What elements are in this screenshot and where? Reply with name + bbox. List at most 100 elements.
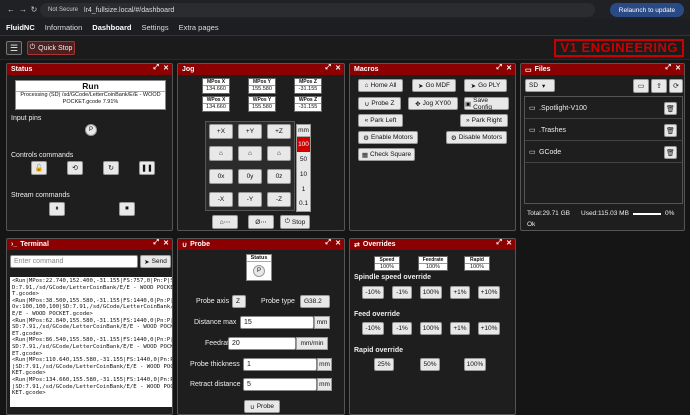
jog-panel: Jog ⤢ ✕ MPos X 134.660 MPos Y 155.580 MPos … [177,63,345,231]
jog-plus-y[interactable]: +Y [238,124,262,139]
nav-settings[interactable]: Settings [141,23,168,32]
expand-icon[interactable]: ⤢ [497,64,503,72]
nav-extra-pages[interactable]: Extra pages [179,23,219,32]
close-icon[interactable]: ✕ [675,64,681,72]
expand-icon[interactable]: ⤢ [326,64,332,72]
probe-axis-select[interactable]: Z [232,295,246,308]
feed-plus-1[interactable]: +1% [450,322,470,335]
home-all-icon[interactable]: ⌂⋯ [212,215,238,229]
feed-minus-1[interactable]: -1% [392,322,412,335]
forward-icon[interactable]: → [18,5,28,15]
macro-probe-z[interactable]: ∪ Probe Z [358,97,401,110]
distance-max-input[interactable]: 15 [240,316,314,329]
list-item[interactable]: ▭ .Spotlight-V100 🗑 [525,99,682,119]
trash-icon[interactable]: 🗑 [664,146,677,159]
address-bar[interactable]: Not Secure lr4_fullsize.local/#/dashboar… [40,3,595,17]
expand-icon[interactable]: ⤢ [666,64,672,72]
retract-input[interactable]: 5 [243,378,317,391]
spindle-reset[interactable]: 100% [420,286,442,299]
macro-park-right[interactable]: » Park Right [460,114,508,127]
relaunch-button[interactable]: Relaunch to update [610,3,684,17]
close-icon[interactable]: ✕ [163,239,169,247]
jog-minus-z[interactable]: -Z [267,192,291,207]
macro-go-ply[interactable]: ➤ Go PLY [464,79,507,92]
send-button[interactable]: ➤ Send [140,255,171,268]
probe-thickness-input[interactable]: 1 [243,358,317,371]
pause-icon[interactable]: ❚❚ [139,161,155,175]
nav-dashboard[interactable]: Dashboard [92,23,131,32]
rapid-50[interactable]: 50% [420,358,440,371]
save-icon: ▣ [465,100,472,108]
close-icon[interactable]: ✕ [163,64,169,72]
jog-stop-label: Stop [291,218,306,226]
stream-pause-icon[interactable]: ⏸ [49,202,65,216]
trash-icon[interactable]: 🗑 [664,124,677,137]
expand-icon[interactable]: ⤢ [154,239,160,247]
macro-jog-xy00[interactable]: ✥ Jog XY00 [408,97,458,110]
spindle-plus-10[interactable]: +10% [478,286,500,299]
jog-plus-x[interactable]: +X [209,124,233,139]
command-input[interactable]: Enter command [10,255,138,268]
create-dir-icon[interactable]: ▭ [633,79,649,93]
expand-icon[interactable]: ⤢ [497,239,503,247]
probe-type-select[interactable]: G38.2 [300,295,330,308]
macro-save-config[interactable]: ▣ Save Config [464,97,509,111]
reload-icon[interactable]: ↻ [29,5,39,15]
resume-icon[interactable]: ↻ [103,161,119,175]
zero-y-button[interactable]: 0y [238,169,262,184]
trash-icon[interactable]: 🗑 [664,102,677,115]
expand-icon[interactable]: ⤢ [154,64,160,72]
close-icon[interactable]: ✕ [506,64,512,72]
spindle-plus-1[interactable]: +1% [450,286,470,299]
feed-reset[interactable]: 100% [420,322,442,335]
expand-icon[interactable]: ⤢ [326,239,332,247]
macro-check-square[interactable]: ▦ Check Square [358,148,415,161]
jog-plus-z[interactable]: +Z [267,124,291,139]
zero-z-button[interactable]: 0z [267,169,291,184]
close-icon[interactable]: ✕ [506,239,512,247]
list-item[interactable]: ▭ .Trashes 🗑 [525,121,682,141]
macro-go-mdf[interactable]: ➤ Go MDF [412,79,456,92]
rapid-100[interactable]: 100% [464,358,486,371]
jog-stop-button[interactable]: ⏻ Stop [280,215,310,229]
file-source-select[interactable]: SD ▾ [525,79,555,92]
back-icon[interactable]: ← [6,5,16,15]
stream-stop-icon[interactable]: ⏹ [119,202,135,216]
home-x-icon[interactable]: ⌂ [209,146,233,161]
step-100[interactable]: 100 [297,137,310,152]
macro-disable-motors[interactable]: ⚙ Disable Motors [446,131,507,144]
step-1[interactable]: 1 [297,182,310,197]
macro-home-all[interactable]: ⌂ Home All [358,79,403,92]
reset-icon[interactable]: ⟲ [67,161,83,175]
quick-stop-button[interactable]: ⏻ Quick Stop [27,41,75,55]
jog-minus-y[interactable]: -Y [238,192,262,207]
spindle-minus-10[interactable]: -10% [362,286,384,299]
jog-minus-x[interactable]: -X [209,192,233,207]
file-name: .Trashes [539,127,566,134]
upload-icon[interactable]: ⇪ [651,79,667,93]
close-icon[interactable]: ✕ [335,239,341,247]
probe-button[interactable]: ∪ Probe [244,400,280,413]
close-icon[interactable]: ✕ [335,64,341,72]
rapid-25[interactable]: 25% [374,358,394,371]
macro-park-left[interactable]: «Park Left [358,114,403,127]
step-selector[interactable]: mm 100 50 10 1 0.1 [296,124,311,212]
list-item[interactable]: ▭ GCode 🗑 [525,143,682,163]
nav-information[interactable]: Information [45,23,83,32]
macro-enable-motors[interactable]: ⚙ Enable Motors [358,131,418,144]
home-z-icon[interactable]: ⌂ [267,146,291,161]
step-0-1[interactable]: 0.1 [297,197,310,211]
unlock-icon[interactable]: 🔓 [31,161,47,175]
spindle-minus-1[interactable]: -1% [392,286,412,299]
menu-icon[interactable]: ☰ [6,41,22,55]
feed-minus-10[interactable]: -10% [362,322,384,335]
feed-plus-10[interactable]: +10% [478,322,500,335]
step-50[interactable]: 50 [297,152,310,167]
step-10[interactable]: 10 [297,167,310,182]
refresh-icon[interactable]: ⟳ [669,79,683,93]
zero-x-button[interactable]: 0x [209,169,233,184]
feedrate-input[interactable]: 20 [228,337,296,350]
zero-all-icon[interactable]: Ø⋯ [248,215,274,229]
home-y-icon[interactable]: ⌂ [238,146,262,161]
folder-icon: ▭ [529,149,536,156]
